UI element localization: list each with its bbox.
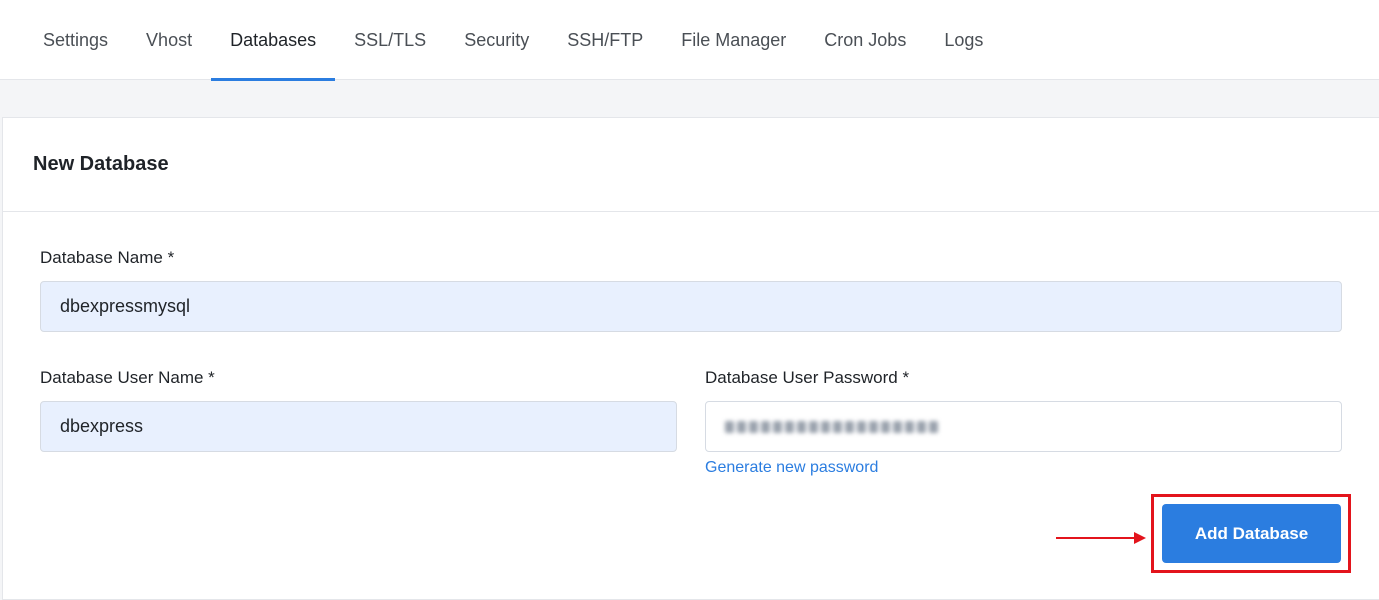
tab-databases[interactable]: Databases: [211, 0, 336, 81]
database-user-password-input[interactable]: [705, 401, 1342, 452]
add-database-button[interactable]: Add Database: [1162, 504, 1341, 563]
card-header: New Database: [3, 118, 1379, 212]
tab-file-manager[interactable]: File Manager: [662, 0, 805, 80]
tab-settings[interactable]: Settings: [24, 0, 127, 80]
tab-cron-jobs[interactable]: Cron Jobs: [805, 0, 925, 80]
database-name-label: Database Name *: [40, 248, 175, 267]
database-user-name-value: dbexpress: [60, 416, 144, 436]
tab-bar: Settings Vhost Databases SSL/TLS Securit…: [24, 0, 1002, 81]
tab-vhost[interactable]: Vhost: [127, 0, 211, 80]
tab-ssl-tls[interactable]: SSL/TLS: [335, 0, 445, 80]
tab-ssh-ftp[interactable]: SSH/FTP: [548, 0, 662, 80]
tab-logs[interactable]: Logs: [925, 0, 1002, 80]
generate-new-password-link[interactable]: Generate new password: [705, 459, 878, 477]
red-arrow-icon: [1056, 532, 1146, 544]
card-title: New Database: [33, 153, 169, 175]
database-name-input[interactable]: dbexpressmysql: [40, 281, 1342, 332]
database-user-name-label: Database User Name *: [40, 368, 215, 387]
database-user-name-input[interactable]: dbexpress: [40, 401, 677, 452]
top-navigation: Settings Vhost Databases SSL/TLS Securit…: [0, 0, 1379, 81]
database-name-value: dbexpressmysql: [60, 296, 191, 316]
tab-security[interactable]: Security: [445, 0, 548, 80]
blurred-password-value: [725, 420, 938, 433]
database-user-password-label: Database User Password *: [705, 368, 910, 387]
